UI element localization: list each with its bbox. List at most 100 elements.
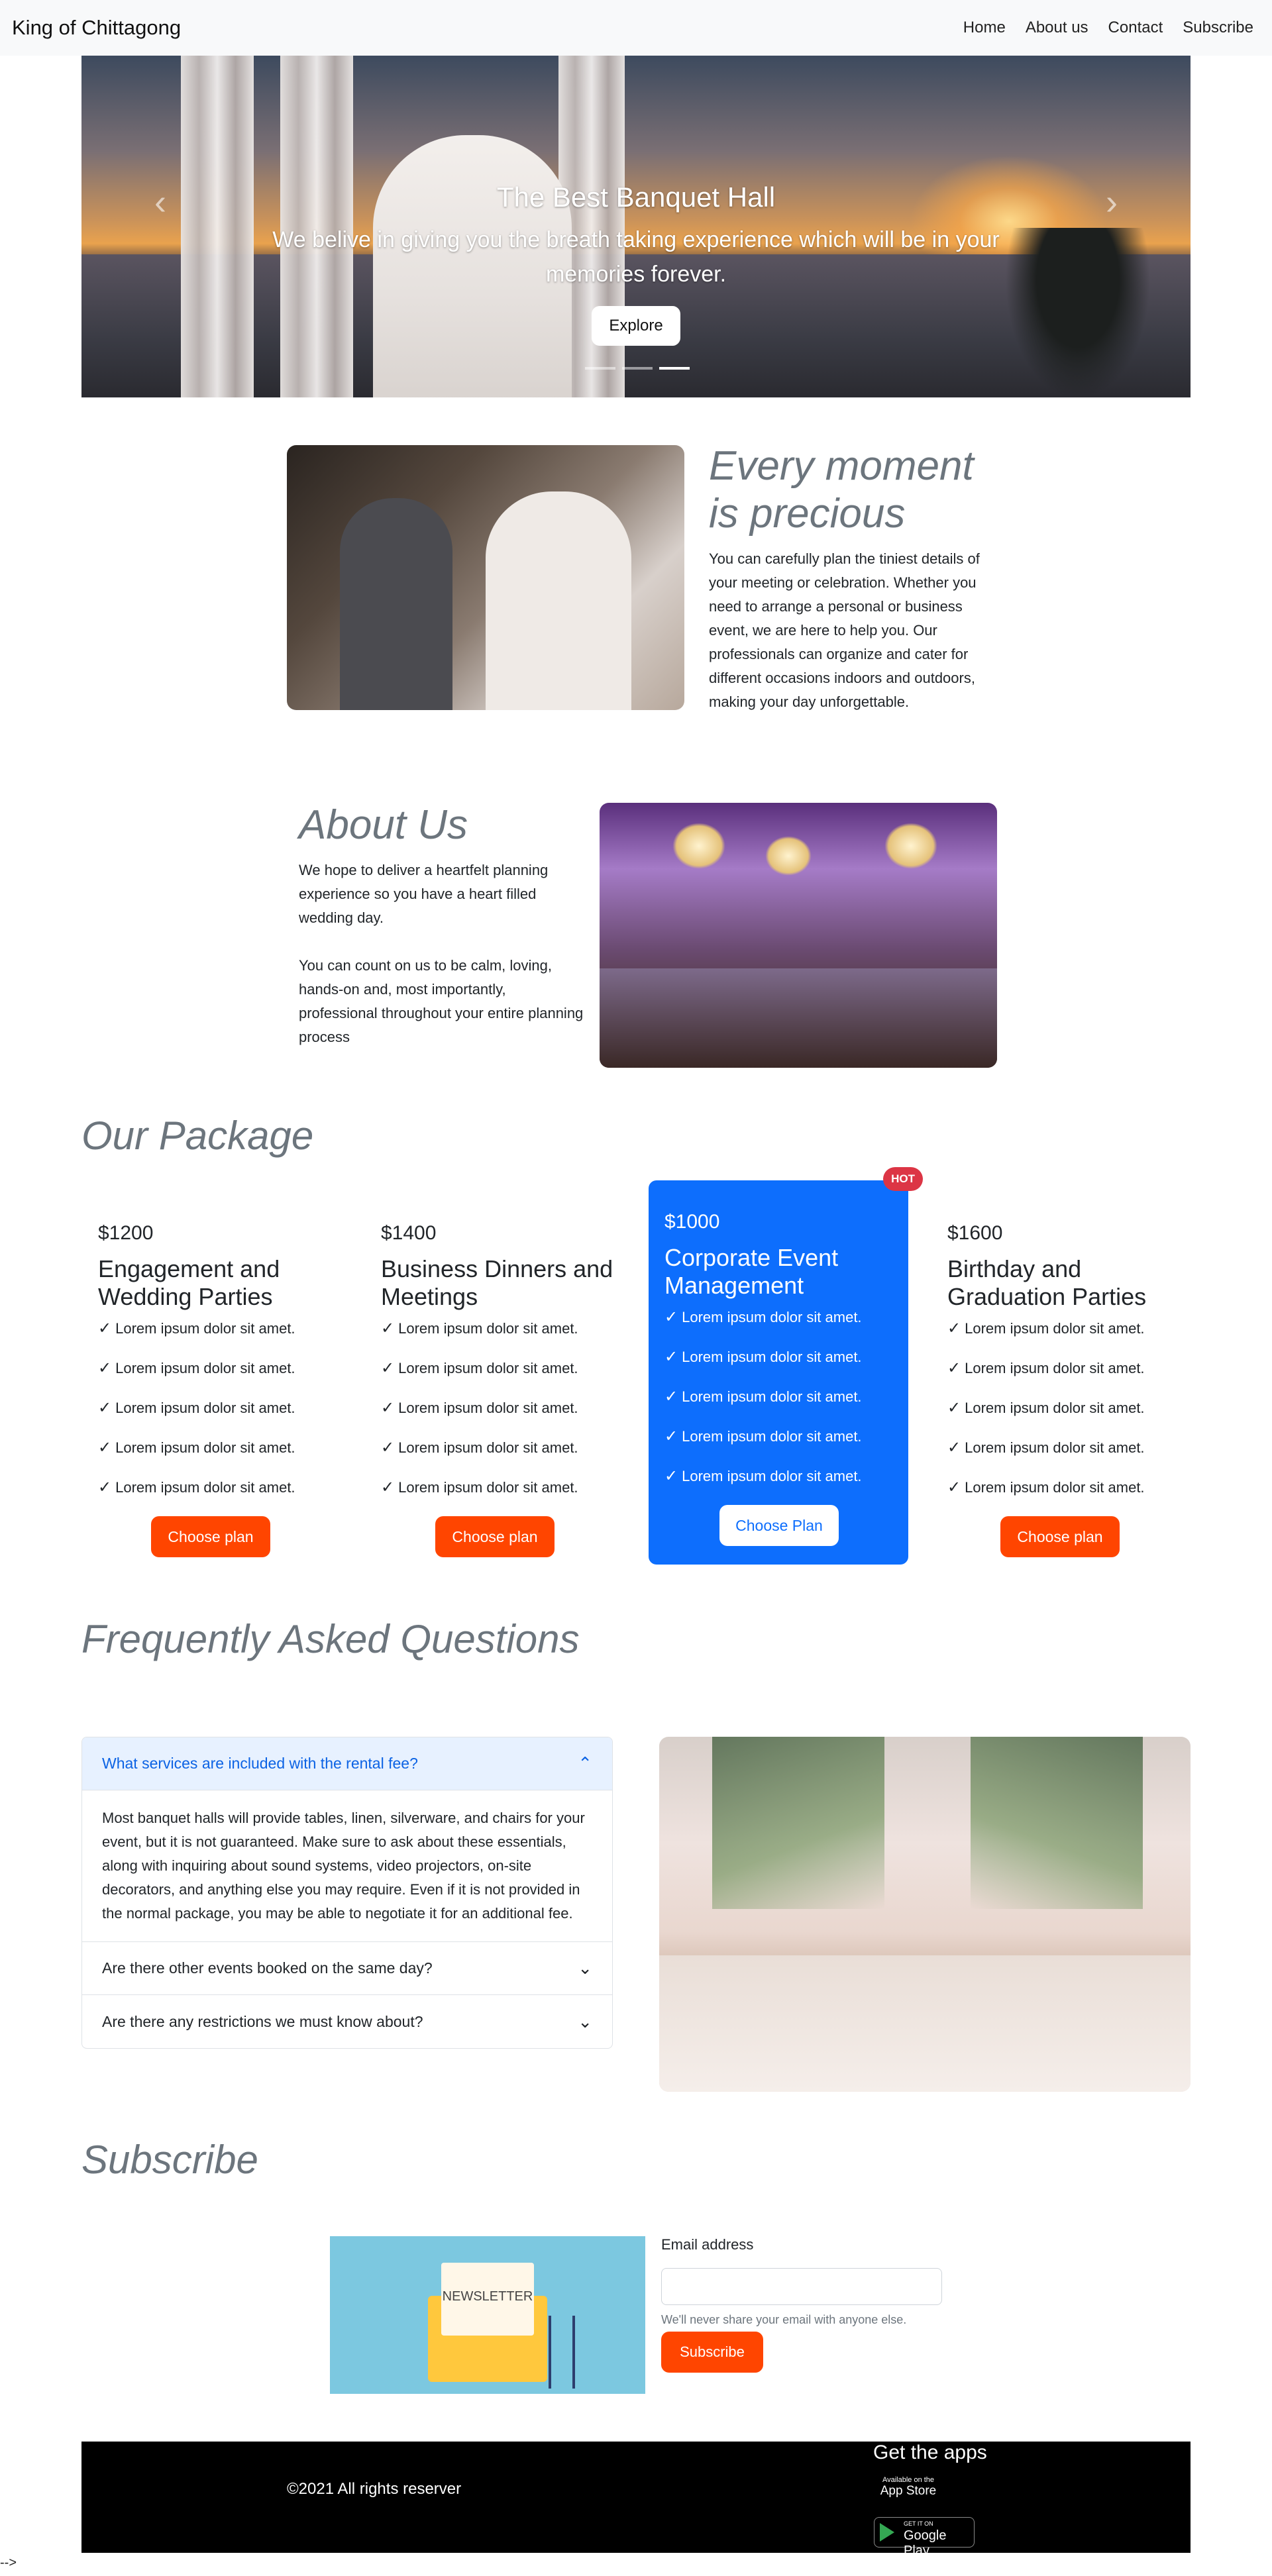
- app-store-big: App Store: [880, 2484, 937, 2498]
- chevron-up-icon: ⌃: [578, 1753, 592, 1773]
- check-icon: ✓: [98, 1359, 112, 1377]
- package-price: $1200: [98, 1222, 154, 1244]
- feature-list: ✓ Lorem ipsum dolor sit amet. ✓ Lorem ipsu…: [664, 1306, 892, 1505]
- package-card: $1400 Business Dinners and Meetings ✓ Lor…: [381, 1222, 633, 1557]
- feature-text: Lorem ipsum dolor sit amet.: [115, 1400, 295, 1416]
- nav-subscribe-link[interactable]: Subscribe: [1183, 19, 1253, 37]
- feature-item: ✓ Lorem ipsum dolor sit amet.: [381, 1357, 633, 1397]
- feature-item: ✓ Lorem ipsum dolor sit amet.: [381, 1397, 633, 1437]
- explore-button[interactable]: Explore: [592, 306, 680, 346]
- check-icon: ✓: [664, 1467, 678, 1485]
- feature-item: ✓ Lorem ipsum dolor sit amet.: [98, 1476, 350, 1516]
- copyright-text: ©2021 All rights reserver: [287, 2480, 462, 2498]
- subscribe-button[interactable]: Subscribe: [661, 2332, 763, 2373]
- feature-item: ✓ Lorem ipsum dolor sit amet.: [381, 1317, 633, 1357]
- precious-heading: Every moment is precious: [709, 443, 974, 537]
- check-icon: ✓: [98, 1478, 112, 1496]
- about-heading: About Us: [299, 802, 468, 848]
- app-store-small: Available on the: [882, 2476, 935, 2484]
- wedding-couple-image: [287, 445, 684, 710]
- carousel-indicator[interactable]: [622, 367, 653, 370]
- nav-about-link[interactable]: About us: [1026, 19, 1088, 37]
- ladder-shape: [549, 2316, 575, 2389]
- email-input[interactable]: [661, 2268, 942, 2305]
- package-name: Business Dinners and Meetings: [381, 1255, 613, 1310]
- brand-logo[interactable]: King of Chittagong: [12, 16, 181, 40]
- chevron-down-icon: ⌄: [578, 1958, 592, 1978]
- feature-item: ✓ Lorem ipsum dolor sit amet.: [947, 1397, 1199, 1437]
- feature-text: Lorem ipsum dolor sit amet.: [115, 1360, 295, 1376]
- package-card-featured: HOT $1000 Corporate Event Management ✓ Lo…: [649, 1167, 923, 1565]
- hero-caption: The Best Banquet Hall We belive in givin…: [81, 181, 1191, 346]
- about-text-2: You can count on us to be calm, loving, …: [299, 957, 584, 1045]
- choose-plan-button[interactable]: Choose plan: [151, 1516, 270, 1557]
- faq-answer: Most banquet halls will provide tables, …: [82, 1790, 612, 1942]
- carousel-indicator[interactable]: [585, 367, 615, 370]
- check-icon: ✓: [381, 1399, 395, 1417]
- feature-list: ✓ Lorem ipsum dolor sit amet. ✓ Lorem ipsu…: [98, 1317, 350, 1516]
- feature-list: ✓ Lorem ipsum dolor sit amet. ✓ Lorem ipsu…: [947, 1317, 1199, 1516]
- app-store-badge[interactable]: Available on the App Store: [874, 2476, 943, 2505]
- check-icon: ✓: [664, 1427, 678, 1445]
- feature-text: Lorem ipsum dolor sit amet.: [682, 1428, 862, 1445]
- feature-item: ✓ Lorem ipsum dolor sit amet.: [664, 1306, 892, 1346]
- email-help-text: We'll never share your email with anyone…: [661, 2313, 907, 2326]
- feature-text: Lorem ipsum dolor sit amet.: [398, 1439, 578, 1456]
- trailing-text: -->: [0, 2555, 17, 2570]
- faq-question-text: What services are included with the rent…: [102, 1755, 418, 1772]
- choose-plan-button[interactable]: Choose Plan: [719, 1505, 839, 1546]
- check-icon: ✓: [381, 1319, 395, 1337]
- package-price: $1000: [664, 1211, 720, 1233]
- check-icon: ✓: [664, 1388, 678, 1406]
- feature-text: Lorem ipsum dolor sit amet.: [398, 1360, 578, 1376]
- email-label: Email address: [661, 2236, 754, 2253]
- hero-carousel: ‹ › The Best Banquet Hall We belive in g…: [81, 56, 1191, 397]
- feature-item: ✓ Lorem ipsum dolor sit amet.: [947, 1357, 1199, 1397]
- decorated-hall-image: [659, 1737, 1191, 2092]
- play-small: GET IT ON: [904, 2520, 933, 2527]
- feature-text: Lorem ipsum dolor sit amet.: [965, 1479, 1145, 1496]
- feature-text: Lorem ipsum dolor sit amet.: [682, 1349, 862, 1365]
- chevron-down-icon: ⌄: [578, 2011, 592, 2032]
- hero-title: The Best Banquet Hall: [496, 181, 776, 213]
- feature-text: Lorem ipsum dolor sit amet.: [115, 1439, 295, 1456]
- faq-question[interactable]: Are there any restrictions we must know …: [82, 1995, 612, 2048]
- google-play-badge[interactable]: GET IT ON Google Play: [874, 2517, 975, 2558]
- check-icon: ✓: [947, 1478, 961, 1496]
- package-name: Corporate Event Management: [664, 1244, 839, 1299]
- faq-question-open[interactable]: What services are included with the rent…: [82, 1737, 612, 1790]
- footer: ©2021 All rights reserver Get the apps A…: [81, 2442, 1191, 2558]
- feature-item: ✓ Lorem ipsum dolor sit amet.: [98, 1437, 350, 1476]
- feature-text: Lorem ipsum dolor sit amet.: [398, 1400, 578, 1416]
- carousel-indicator-active[interactable]: [659, 367, 690, 370]
- check-icon: ✓: [98, 1319, 112, 1337]
- subscribe-heading: Subscribe: [81, 2138, 258, 2182]
- feature-item: ✓ Lorem ipsum dolor sit amet.: [98, 1357, 350, 1397]
- feature-text: Lorem ipsum dolor sit amet.: [398, 1479, 578, 1496]
- feature-text: Lorem ipsum dolor sit amet.: [682, 1468, 862, 1484]
- feature-item: ✓ Lorem ipsum dolor sit amet.: [98, 1397, 350, 1437]
- check-icon: ✓: [947, 1359, 961, 1377]
- package-card: $1200 Engagement and Wedding Parties ✓ Lo…: [98, 1222, 350, 1557]
- choose-plan-button[interactable]: Choose plan: [435, 1516, 555, 1557]
- check-icon: ✓: [381, 1478, 395, 1496]
- check-icon: ✓: [947, 1439, 961, 1457]
- check-icon: ✓: [664, 1308, 678, 1326]
- faq-heading: Frequently Asked Questions: [81, 1617, 580, 1661]
- choose-plan-button[interactable]: Choose plan: [1000, 1516, 1120, 1557]
- faq-question[interactable]: Are there other events booked on the sam…: [82, 1942, 612, 1995]
- nav-contact-link[interactable]: Contact: [1108, 19, 1163, 37]
- faq-accordion: What services are included with the rent…: [81, 1737, 613, 2049]
- feature-text: Lorem ipsum dolor sit amet.: [682, 1388, 862, 1405]
- feature-list: ✓ Lorem ipsum dolor sit amet. ✓ Lorem ipsu…: [381, 1317, 633, 1516]
- carousel-indicators: [585, 367, 690, 370]
- package-heading: Our Package: [81, 1113, 314, 1158]
- feature-item: ✓ Lorem ipsum dolor sit amet.: [664, 1465, 892, 1505]
- feature-text: Lorem ipsum dolor sit amet.: [965, 1360, 1145, 1376]
- package-card: $1600 Birthday and Graduation Parties ✓ L…: [947, 1222, 1199, 1557]
- feature-item: ✓ Lorem ipsum dolor sit amet.: [947, 1437, 1199, 1476]
- nav-home-link[interactable]: Home: [963, 19, 1006, 37]
- faq-question-text: Are there other events booked on the sam…: [102, 1959, 433, 1977]
- precious-text: You can carefully plan the tiniest detai…: [709, 550, 980, 710]
- feature-item: ✓ Lorem ipsum dolor sit amet.: [664, 1386, 892, 1425]
